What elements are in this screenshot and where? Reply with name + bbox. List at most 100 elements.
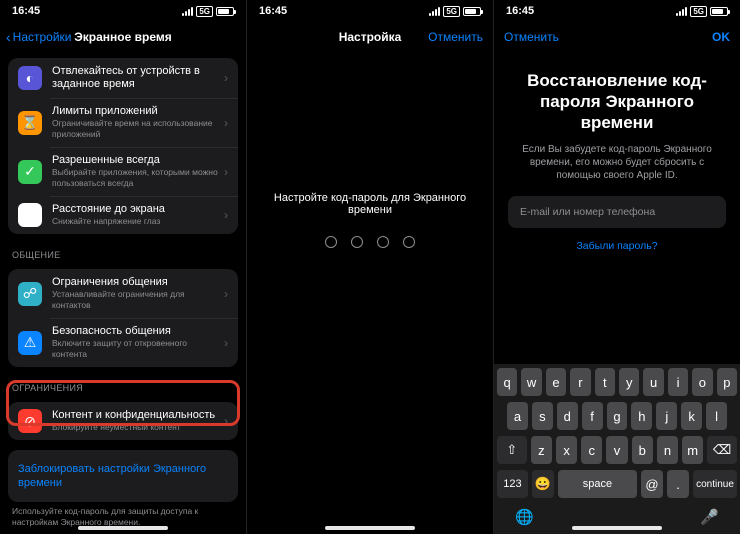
key-u[interactable]: u [643,368,663,396]
group-restrictions: ⊘ Контент и конфиденциальностьБлокируйте… [8,402,238,440]
home-indicator[interactable] [572,526,662,530]
battery-icon [710,7,728,16]
recovery-title: Восстановление код-пароля Экранного врем… [508,70,726,133]
bubble-warning-icon: ⚠ [18,331,42,355]
key-g[interactable]: g [607,402,628,430]
mic-icon[interactable]: 🎤 [700,508,719,526]
key-backspace[interactable]: ⌫ [707,436,737,464]
key-z[interactable]: z [531,436,552,464]
check-icon: ✓ [18,160,42,184]
network-badge: 5G [690,6,707,17]
key-shift[interactable]: ⇧ [497,436,527,464]
key-w[interactable]: w [521,368,541,396]
key-e[interactable]: e [546,368,566,396]
passcode-dots [325,236,415,248]
row-communication-safety[interactable]: ⚠ Безопасность общенияВключите защиту от… [8,318,238,367]
key-b[interactable]: b [632,436,653,464]
group-communication: ☍ Ограничения общенияУстанавливайте огра… [8,269,238,367]
cancel-button[interactable]: Отменить [504,22,559,52]
chevron-right-icon: › [224,414,228,428]
key-f[interactable]: f [582,402,603,430]
row-app-limits[interactable]: ⌛ Лимиты приложенийОграничивайте время н… [8,98,238,147]
row-downtime[interactable]: ◐ Отвлекайтесь от устройств в заданное в… [8,58,238,98]
hourglass-icon: ⌛ [18,111,42,135]
passcode-setup: 16:45 5G Настройка Отменить Настройте ко… [247,0,494,534]
network-badge: 5G [196,6,213,17]
ok-button[interactable]: OK [712,22,730,52]
signal-icon [676,7,687,16]
keyboard-row-2: asdfghjkl [497,402,737,430]
nav-bar: Отменить OK [494,22,740,52]
page-title: Настройка [339,30,402,44]
row-content-privacy[interactable]: ⊘ Контент и конфиденциальностьБлокируйте… [8,402,238,440]
key-t[interactable]: t [595,368,615,396]
signal-icon [429,7,440,16]
key-l[interactable]: l [706,402,727,430]
row-always-allowed[interactable]: ✓ Разрешенные всегдаВыбирайте приложения… [8,147,238,196]
no-entry-icon: ⊘ [18,409,42,433]
chevron-right-icon: › [224,287,228,301]
status-bar: 16:45 5G [0,0,246,22]
cancel-button[interactable]: Отменить [428,22,483,52]
key-a[interactable]: a [507,402,528,430]
settings-scroll[interactable]: ◐ Отвлекайтесь от устройств в заданное в… [0,52,246,534]
key-r[interactable]: r [570,368,590,396]
key-p[interactable]: p [717,368,737,396]
status-bar: 16:45 5G [247,0,493,22]
key-v[interactable]: v [606,436,627,464]
key-y[interactable]: y [619,368,639,396]
chevron-left-icon: ‹ [6,30,11,44]
chevron-right-icon: › [224,208,228,222]
moon-icon: ◐ [18,66,42,90]
key-q[interactable]: q [497,368,517,396]
key-numbers[interactable]: 123 [497,470,528,498]
home-indicator[interactable] [325,526,415,530]
globe-icon[interactable]: 🌐 [515,508,534,526]
key-j[interactable]: j [656,402,677,430]
network-badge: 5G [443,6,460,17]
key-c[interactable]: c [581,436,602,464]
key-k[interactable]: k [681,402,702,430]
appleid-input[interactable]: E-mail или номер телефона [508,196,726,228]
key-emoji[interactable]: 😀 [532,470,554,498]
passcode-dot [325,236,337,248]
nav-bar: Настройка Отменить [247,22,493,52]
recovery-description: Если Вы забудете код-пароль Экранного вр… [508,143,726,182]
keyboard-row-1: qwertyuiop [497,368,737,396]
home-indicator[interactable] [78,526,168,530]
key-m[interactable]: m [682,436,703,464]
key-h[interactable]: h [631,402,652,430]
key-continue[interactable]: continue [693,470,737,498]
lock-screentime-button[interactable]: Заблокировать настройки Экранного времен… [8,450,238,502]
header-restrictions: ОГРАНИЧЕНИЯ [8,377,238,396]
key-s[interactable]: s [532,402,553,430]
passcode-dot [377,236,389,248]
header-communication: ОБЩЕНИЕ [8,244,238,263]
row-communication-limits[interactable]: ☍ Ограничения общенияУстанавливайте огра… [8,269,238,318]
passcode-prompt: Настройте код-пароль для Экранного време… [247,192,493,216]
forgot-password-link[interactable]: Забыли пароль? [508,240,726,252]
row-screen-distance[interactable]: ≋ Расстояние до экранаСнижайте напряжени… [8,196,238,234]
waves-icon: ≋ [18,203,42,227]
key-d[interactable]: d [557,402,578,430]
people-icon: ☍ [18,282,42,306]
back-button[interactable]: ‹ Настройки [6,22,72,52]
key-i[interactable]: i [668,368,688,396]
keyboard-row-4: 123 😀 space @ . continue [497,470,737,498]
clock: 16:45 [259,5,287,17]
key-dot[interactable]: . [667,470,689,498]
key-n[interactable]: n [657,436,678,464]
signal-icon [182,7,193,16]
chevron-right-icon: › [224,116,228,130]
nav-bar: ‹ Настройки Экранное время [0,22,246,52]
passcode-dot [351,236,363,248]
key-o[interactable]: o [692,368,712,396]
key-at[interactable]: @ [641,470,663,498]
screen-time-settings: 16:45 5G ‹ Настройки Экранное время ◐ От… [0,0,247,534]
key-space[interactable]: space [558,470,637,498]
clock: 16:45 [12,5,40,17]
passcode-dot [403,236,415,248]
battery-icon [216,7,234,16]
recovery-screen: 16:45 5G Отменить OK Восстановление код-… [494,0,740,534]
key-x[interactable]: x [556,436,577,464]
